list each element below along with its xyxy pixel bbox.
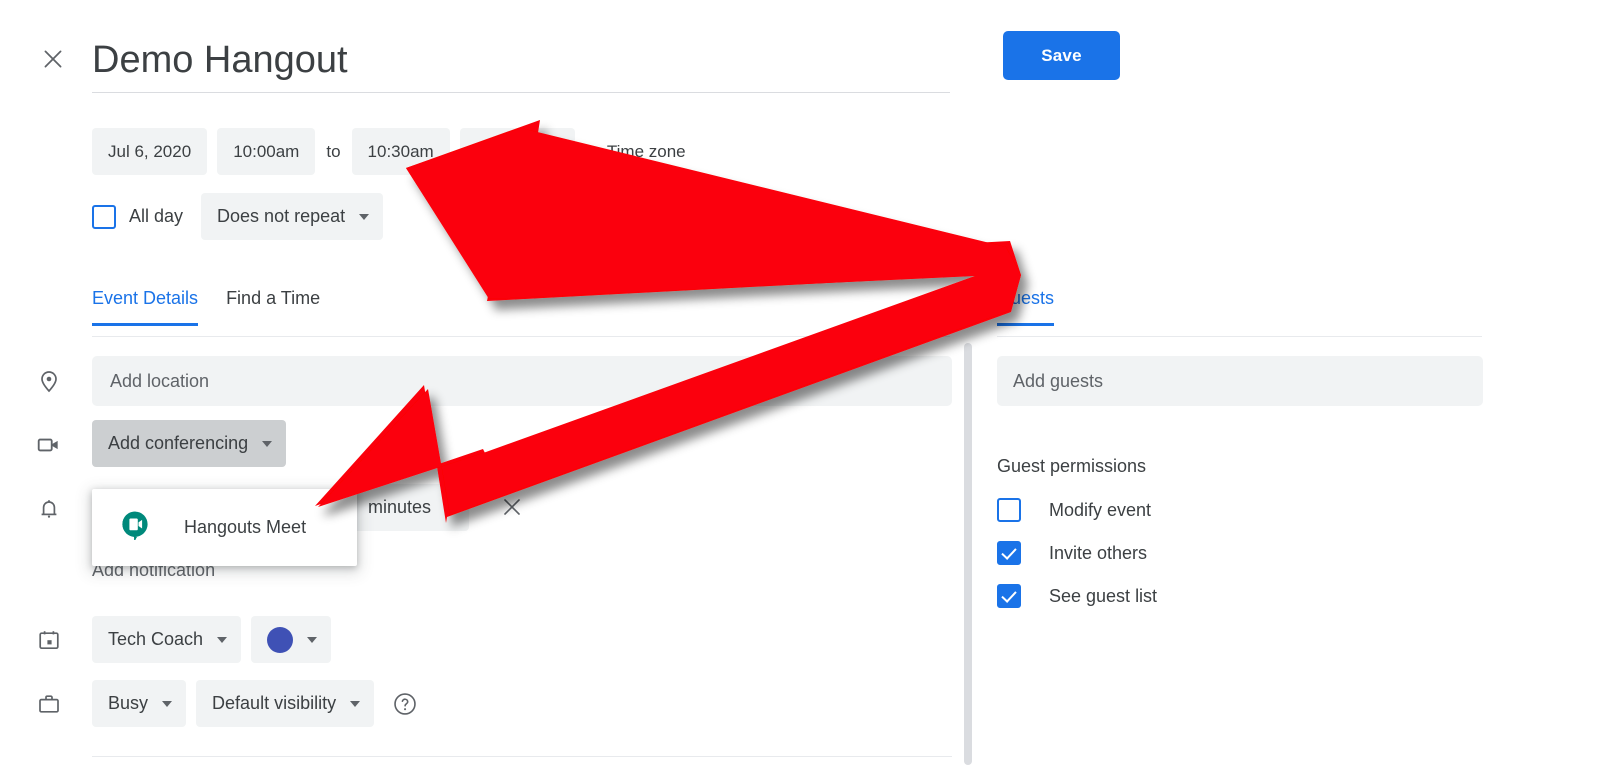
chevron-down-icon: [262, 440, 273, 447]
calendar-value: Tech Coach: [108, 629, 204, 649]
calendar-dropdown[interactable]: Tech Coach: [92, 616, 242, 663]
see-guest-list-label: See guest list: [1049, 585, 1158, 606]
add-guests-placeholder: Add guests: [1013, 370, 1104, 391]
availability-value: Busy: [108, 693, 149, 713]
end-time-chip[interactable]: 10:30am: [351, 128, 450, 175]
tab-find-a-time[interactable]: Find a Time: [226, 288, 320, 326]
visibility-value: Default visibility: [212, 693, 337, 713]
permission-row-modify-event: Modify event: [997, 498, 1151, 522]
event-editor-page: Demo Hangout Save Jul 6, 2020 10:00am to…: [0, 0, 1600, 770]
availability-dropdown[interactable]: Busy: [92, 680, 187, 727]
add-conferencing-label: Add conferencing: [108, 433, 249, 453]
calendar-icon: [34, 625, 64, 655]
start-date-chip[interactable]: Jul 6, 2020: [92, 128, 208, 175]
invite-others-label: Invite others: [1049, 542, 1148, 563]
chevron-down-icon: [217, 636, 228, 643]
repeat-dropdown[interactable]: Does not repeat: [201, 193, 384, 240]
all-day-row: All day Does not repeat: [92, 193, 384, 240]
guest-permissions-title: Guest permissions: [997, 456, 1147, 476]
schedule-row: Jul 6, 2020 10:00am to 10:30am Jul 6, 20…: [92, 128, 686, 175]
video-camera-icon: [34, 430, 64, 460]
notification-unit-dropdown[interactable]: minutes: [352, 484, 470, 531]
all-day-label: All day: [129, 206, 184, 226]
all-day-checkbox[interactable]: [92, 204, 116, 229]
tab-guests[interactable]: Guests: [997, 288, 1055, 326]
add-guests-input[interactable]: Add guests: [997, 356, 1483, 406]
modify-event-checkbox[interactable]: [997, 498, 1021, 522]
tab-event-details[interactable]: Event Details: [92, 288, 199, 326]
calendar-row: Tech Coach: [92, 616, 332, 663]
add-conferencing-dropdown[interactable]: Add conferencing: [92, 420, 287, 467]
invite-others-checkbox[interactable]: [997, 541, 1021, 565]
color-swatch: [267, 626, 294, 653]
right-tabs-rule: [997, 336, 1482, 337]
right-tabs: Guests: [997, 288, 1055, 326]
permission-row-invite-others: Invite others: [997, 541, 1147, 565]
chevron-down-icon: [307, 636, 318, 643]
bottom-divider: [92, 756, 952, 757]
permission-row-see-guest-list: See guest list: [997, 584, 1157, 608]
modify-event-label: Modify event: [1049, 499, 1152, 520]
briefcase-icon: [34, 689, 64, 719]
start-time-chip[interactable]: 10:00am: [217, 128, 316, 175]
end-date-chip[interactable]: Jul 6, 2020: [459, 128, 575, 175]
left-tabs-rule: [92, 336, 950, 337]
event-title-wrap: Demo Hangout: [92, 34, 950, 93]
menu-item-hangouts-meet[interactable]: Hangouts Meet: [92, 489, 357, 566]
save-button[interactable]: Save: [1003, 31, 1120, 80]
location-input[interactable]: Add location: [92, 356, 952, 406]
location-placeholder: Add location: [110, 370, 210, 391]
vertical-scrollbar[interactable]: [964, 343, 972, 765]
title-underline: [92, 92, 950, 93]
chevron-down-icon: [162, 700, 173, 707]
left-tabs: Event Details Find a Time: [92, 288, 320, 326]
hangouts-meet-icon: [120, 510, 150, 545]
see-guest-list-checkbox[interactable]: [997, 584, 1021, 608]
availability-row: Busy Default visibility: [92, 680, 418, 727]
help-icon[interactable]: [392, 691, 418, 717]
to-label: to: [326, 141, 341, 161]
chevron-down-icon: [359, 213, 370, 220]
repeat-value: Does not repeat: [217, 206, 346, 226]
hangouts-meet-label: Hangouts Meet: [184, 517, 307, 537]
bell-icon: [34, 494, 64, 524]
chevron-down-icon: [350, 700, 361, 707]
event-color-dropdown[interactable]: [251, 616, 332, 663]
notification-unit-label: minutes: [368, 497, 432, 517]
page-title[interactable]: Demo Hangout: [92, 34, 950, 92]
remove-notification-button[interactable]: [495, 490, 529, 524]
close-icon[interactable]: [36, 42, 70, 76]
location-pin-icon: [34, 366, 64, 396]
time-zone-link[interactable]: Time zone: [607, 142, 686, 162]
visibility-dropdown[interactable]: Default visibility: [196, 680, 375, 727]
chevron-down-icon: [445, 504, 456, 511]
